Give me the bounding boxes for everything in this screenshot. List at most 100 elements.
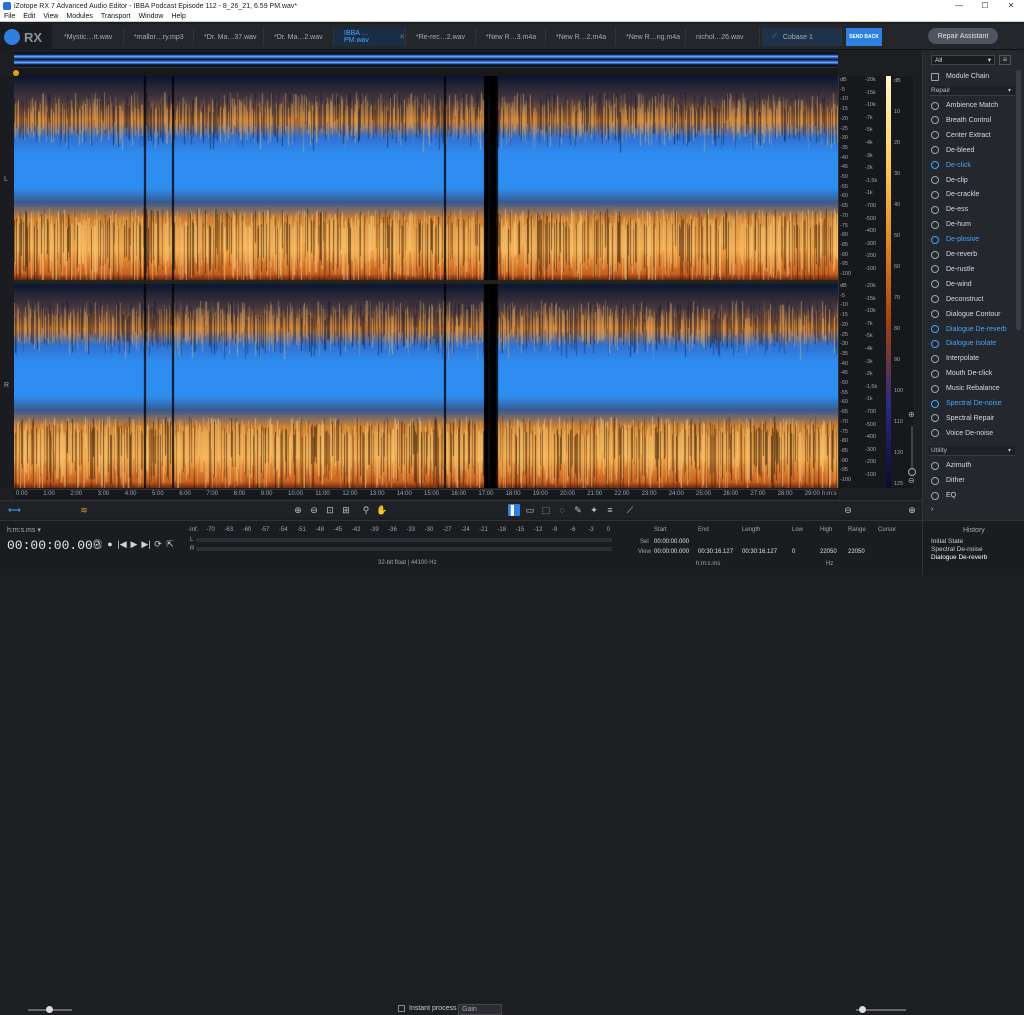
- module-item[interactable]: De-ess: [931, 202, 968, 217]
- cobase-tab[interactable]: ⟋ Cobase 1: [762, 28, 842, 46]
- minimize-button[interactable]: —: [946, 0, 972, 12]
- module-item[interactable]: De-bleed: [931, 143, 974, 158]
- file-tab[interactable]: *mallor…ry.mp3: [124, 28, 194, 46]
- history-entry-current[interactable]: Dialogue De-reverb: [931, 554, 987, 561]
- file-tab[interactable]: *Mystic…rt.wav: [54, 28, 124, 46]
- vertical-zoom-knob[interactable]: [908, 468, 916, 476]
- zoom-in-time-icon[interactable]: ⊕: [292, 504, 304, 516]
- spectrogram-canvas[interactable]: [14, 76, 838, 488]
- instant-process-toggle[interactable]: Instant process: [398, 1005, 456, 1012]
- scroll-view-button[interactable]: ⇱: [164, 539, 176, 550]
- lasso-icon[interactable]: ◌: [556, 504, 568, 516]
- module-item[interactable]: De-wind: [931, 277, 972, 292]
- sel-start-value[interactable]: 00:00:00.000: [654, 539, 689, 545]
- view-range-value[interactable]: 22050: [848, 549, 865, 555]
- spectrogram-view[interactable]: [14, 76, 838, 488]
- module-item[interactable]: Center Extract: [931, 128, 991, 143]
- module-item[interactable]: Music Rebalance: [931, 381, 1000, 396]
- monitor-icon[interactable]: 🎧: [92, 539, 104, 550]
- maximize-button[interactable]: ☐: [972, 0, 998, 12]
- loop-button[interactable]: ⟳: [152, 539, 164, 550]
- waveform-opacity-knob[interactable]: [46, 1006, 53, 1013]
- menu-file[interactable]: File: [4, 13, 15, 20]
- module-item[interactable]: De-crackle: [931, 187, 979, 202]
- zoom-in-icon[interactable]: ⊕: [908, 410, 915, 419]
- magic-wand-icon[interactable]: ✦: [588, 504, 600, 516]
- module-item[interactable]: De-hum: [931, 217, 971, 232]
- module-item[interactable]: Interpolate: [931, 351, 979, 366]
- send-back-button[interactable]: SEND BACK: [846, 28, 882, 46]
- more-modules-arrow[interactable]: ›: [931, 502, 933, 517]
- close-tab-icon[interactable]: ✕: [399, 33, 405, 41]
- module-panel-scrollbar[interactable]: [1016, 70, 1021, 330]
- waveform-overview[interactable]: [14, 52, 838, 68]
- module-item[interactable]: De-plosive: [931, 232, 979, 247]
- module-item[interactable]: Deconstruct: [931, 292, 983, 307]
- frequency-scale[interactable]: dB -5 -10 -15 -20 -25 -30 -35 -40 -45 -50 -55 -60 -65…: [838, 76, 886, 488]
- zoom-in-horizontal-icon[interactable]: ⊕: [906, 504, 918, 516]
- menu-view[interactable]: View: [43, 13, 58, 20]
- file-tab[interactable]: *Dr. Ma…37.wav: [194, 28, 264, 46]
- module-item[interactable]: Breath Control: [931, 113, 991, 128]
- module-chain-button[interactable]: Module Chain: [931, 69, 989, 84]
- hand-tool-icon[interactable]: ✋: [376, 504, 388, 516]
- hamburger-menu-icon[interactable]: ≡: [999, 55, 1011, 65]
- menu-edit[interactable]: Edit: [23, 13, 35, 20]
- menu-window[interactable]: Window: [139, 13, 164, 20]
- file-tab[interactable]: *Dr. Ma…2.wav: [264, 28, 334, 46]
- file-tab[interactable]: nichol…26.wav: [686, 28, 760, 46]
- menu-help[interactable]: Help: [171, 13, 185, 20]
- selection-ruler[interactable]: [14, 68, 838, 76]
- spectrogram-toggle-icon[interactable]: ≋: [78, 504, 90, 516]
- waveform-toggle-icon[interactable]: ⟷: [8, 504, 21, 516]
- view-length-value[interactable]: 00:30:16.127: [742, 549, 777, 555]
- view-low-value[interactable]: 0: [792, 549, 795, 555]
- file-tab[interactable]: *New R…2.m4a: [546, 28, 616, 46]
- view-end-value[interactable]: 00:30:16.127: [698, 549, 733, 555]
- time-format-select[interactable]: h:m:s.ms ▾: [7, 526, 41, 534]
- file-tab[interactable]: *Re-rec…2.wav: [406, 28, 476, 46]
- module-item[interactable]: Dialogue Contour: [931, 307, 1000, 322]
- close-button[interactable]: ✕: [998, 0, 1024, 12]
- repair-section-header[interactable]: Repair ▾: [929, 86, 1015, 96]
- zoom-fit-icon[interactable]: ⊞: [340, 504, 352, 516]
- module-item[interactable]: Spectral De-noise: [931, 396, 1002, 411]
- module-item[interactable]: EQ: [931, 488, 956, 503]
- brush-icon[interactable]: ✎: [572, 504, 584, 516]
- time-selection-icon[interactable]: ▌: [508, 504, 520, 516]
- module-item[interactable]: De-rustle: [931, 262, 974, 277]
- module-filter-select[interactable]: All ▾: [931, 55, 995, 65]
- instant-process-mode-select[interactable]: Gain: [458, 1004, 502, 1015]
- view-start-value[interactable]: 00:00:00.000: [654, 549, 689, 555]
- skip-back-button[interactable]: |◀: [116, 539, 128, 550]
- module-item[interactable]: Mouth De-click: [931, 366, 992, 381]
- module-item[interactable]: De-reverb: [931, 247, 977, 262]
- module-item[interactable]: Spectral Repair: [931, 411, 994, 426]
- module-item[interactable]: Dither: [931, 473, 965, 488]
- zoom-out-time-icon[interactable]: ⊖: [308, 504, 320, 516]
- module-item[interactable]: De-clip: [931, 173, 968, 188]
- zoom-selection-icon[interactable]: ⊡: [324, 504, 336, 516]
- timeline-ruler[interactable]: 0:00 1:00 2:00 3:00 4:00 5:00 6:00 7:00 8:00 9:00…: [14, 489, 838, 499]
- vertical-zoom-track[interactable]: [911, 426, 913, 474]
- repair-assistant-button[interactable]: Repair Assistant: [928, 28, 998, 44]
- module-item[interactable]: Dialogue De-reverb: [931, 322, 1007, 337]
- play-button[interactable]: ▶: [128, 539, 140, 550]
- module-item[interactable]: Dialogue Isolate: [931, 336, 996, 351]
- view-high-value[interactable]: 22050: [820, 549, 837, 555]
- file-tab[interactable]: *New R…ng.m4a: [616, 28, 686, 46]
- magnify-icon[interactable]: ⚲: [360, 504, 372, 516]
- file-tab[interactable]: *New R…3.m4a: [476, 28, 546, 46]
- time-frequency-selection-icon[interactable]: ⬚: [540, 504, 552, 516]
- instant-process-checkbox[interactable]: [398, 1005, 405, 1012]
- module-item[interactable]: De-click: [931, 158, 971, 173]
- pencil-icon[interactable]: ⟋: [624, 504, 636, 516]
- module-item[interactable]: Ambience Match: [931, 98, 998, 113]
- history-entry[interactable]: Spectral De-noise: [931, 546, 983, 553]
- history-entry[interactable]: Initial State: [931, 538, 963, 545]
- record-button[interactable]: ●: [104, 539, 116, 550]
- zoom-out-horizontal-icon[interactable]: ⊖: [842, 504, 854, 516]
- menu-transport[interactable]: Transport: [101, 13, 131, 20]
- utility-section-header[interactable]: Utility ▾: [929, 446, 1015, 456]
- horizontal-zoom-knob[interactable]: [859, 1006, 866, 1013]
